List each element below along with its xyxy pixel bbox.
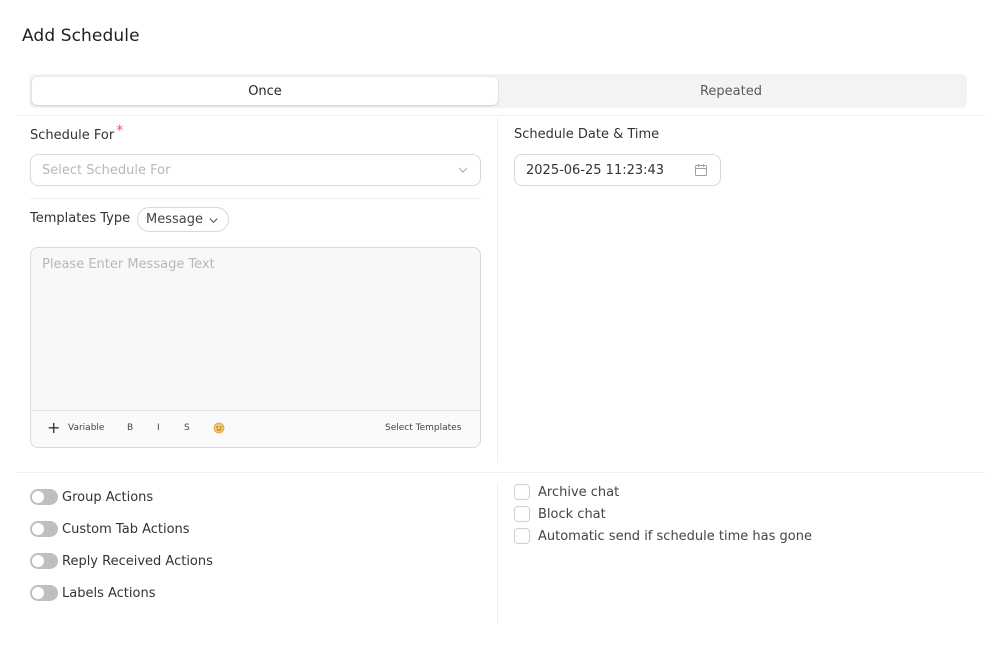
required-mark: * bbox=[116, 123, 124, 139]
chevron-down-icon bbox=[458, 167, 468, 173]
schedule-date-picker[interactable]: 2025-06-25 11:23:43 bbox=[514, 154, 721, 186]
message-placeholder: Please Enter Message Text bbox=[42, 257, 215, 272]
templates-type-value: Message bbox=[146, 212, 203, 227]
schedule-for-select[interactable]: Select Schedule For bbox=[30, 154, 481, 186]
block-chat-checkbox[interactable] bbox=[514, 506, 530, 522]
toggle-labels-actions: Labels Actions bbox=[30, 584, 155, 602]
toggle-reply-received-actions: Reply Received Actions bbox=[30, 552, 213, 570]
templates-type-select[interactable]: Message bbox=[137, 207, 229, 232]
variable-button[interactable]: Variable bbox=[68, 423, 104, 433]
divider bbox=[30, 198, 481, 199]
schedule-for-placeholder: Select Schedule For bbox=[42, 162, 171, 178]
bold-button[interactable]: B bbox=[127, 423, 133, 433]
column-divider bbox=[497, 118, 498, 463]
group-actions-switch[interactable] bbox=[30, 489, 58, 505]
templates-type-label: Templates Type bbox=[30, 211, 131, 226]
emoji-icon[interactable] bbox=[213, 422, 225, 434]
labels-actions-switch[interactable] bbox=[30, 585, 58, 601]
block-chat-option: Block chat bbox=[514, 506, 606, 522]
calendar-icon bbox=[695, 164, 707, 176]
schedule-for-label: Schedule For * bbox=[30, 123, 123, 143]
column-divider bbox=[497, 482, 498, 624]
archive-chat-checkbox[interactable] bbox=[514, 484, 530, 500]
toggle-custom-tab-actions: Custom Tab Actions bbox=[30, 520, 190, 538]
reply-received-actions-switch[interactable] bbox=[30, 553, 58, 569]
editor-toolbar: + Variable B I S Select Templates bbox=[31, 410, 480, 447]
tab-repeated[interactable]: Repeated bbox=[498, 77, 964, 105]
group-actions-label: Group Actions bbox=[62, 489, 154, 505]
schedule-date-value: 2025-06-25 11:23:43 bbox=[526, 162, 665, 178]
chevron-down-icon bbox=[209, 218, 218, 224]
italic-button[interactable]: I bbox=[157, 423, 160, 433]
archive-chat-option: Archive chat bbox=[514, 484, 619, 500]
schedule-date-label: Schedule Date & Time bbox=[514, 127, 660, 142]
tab-once[interactable]: Once bbox=[32, 77, 498, 105]
schedule-type-tabs: Once Repeated bbox=[29, 74, 967, 108]
toggle-group-actions: Group Actions bbox=[30, 488, 153, 506]
message-editor[interactable]: Please Enter Message Text + Variable B I… bbox=[30, 247, 481, 448]
reply-received-actions-label: Reply Received Actions bbox=[62, 553, 213, 569]
page-title: Add Schedule bbox=[22, 26, 140, 46]
labels-actions-label: Labels Actions bbox=[62, 585, 156, 601]
divider bbox=[16, 472, 985, 473]
block-chat-label: Block chat bbox=[538, 506, 606, 522]
select-templates-button[interactable]: Select Templates bbox=[385, 423, 461, 433]
divider bbox=[16, 115, 985, 116]
strike-button[interactable]: S bbox=[184, 423, 190, 433]
custom-tab-actions-switch[interactable] bbox=[30, 521, 58, 537]
automatic-send-checkbox[interactable] bbox=[514, 528, 530, 544]
schedule-for-label-text: Schedule For bbox=[30, 128, 115, 143]
automatic-send-label: Automatic send if schedule time has gone bbox=[538, 528, 812, 544]
archive-chat-label: Archive chat bbox=[538, 484, 620, 500]
add-icon[interactable]: + bbox=[47, 418, 60, 437]
custom-tab-actions-label: Custom Tab Actions bbox=[62, 521, 190, 537]
add-schedule-page: Add Schedule Once Repeated Schedule For *… bbox=[0, 0, 995, 650]
automatic-send-option: Automatic send if schedule time has gone bbox=[514, 528, 812, 544]
